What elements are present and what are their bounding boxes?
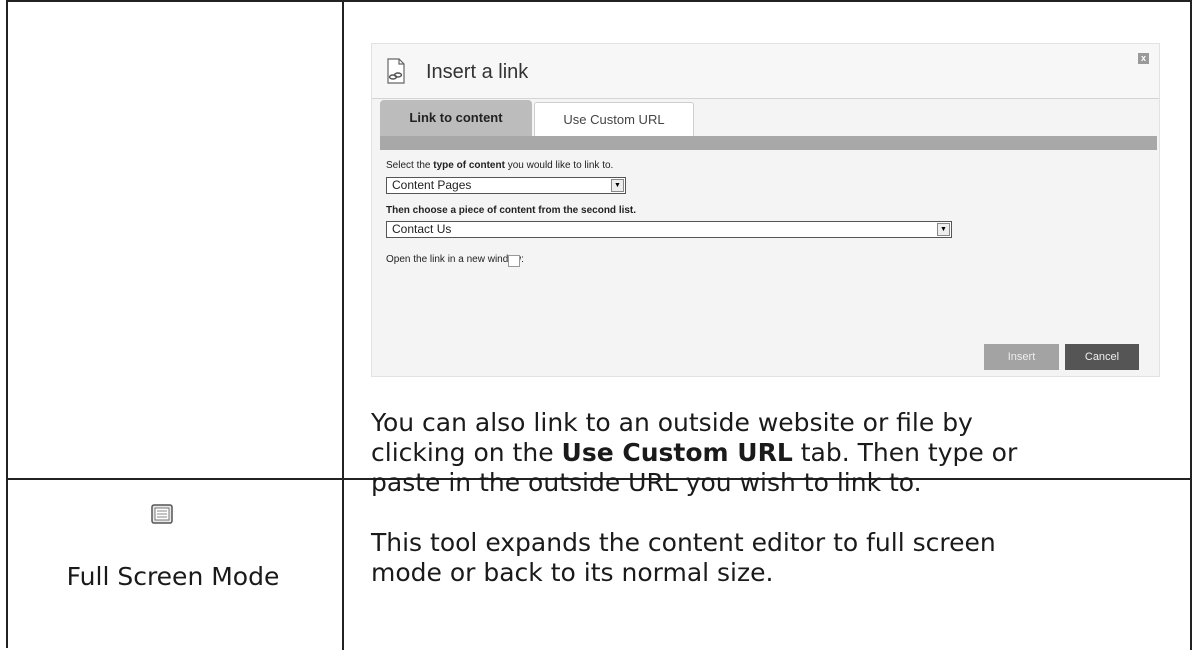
close-icon[interactable]: x	[1138, 53, 1149, 64]
custom-url-description: You can also link to an outside website …	[371, 408, 1171, 498]
dialog-title: Insert a link	[426, 61, 529, 83]
column-divider	[342, 2, 344, 650]
full-screen-line2: mode or back to its normal size.	[371, 558, 774, 587]
chevron-down-icon[interactable]: ▼	[937, 223, 950, 236]
dialog-header-divider	[372, 98, 1159, 99]
table-right-border	[1190, 2, 1192, 650]
insert-button[interactable]: Insert	[984, 344, 1059, 370]
document-link-icon	[387, 58, 405, 84]
content-type-value: Content Pages	[392, 178, 472, 192]
custom-url-line2: clicking on the Use Custom URL tab. Then…	[371, 438, 1018, 467]
dialog-header: Insert a link x	[372, 44, 1159, 98]
tab-link-to-content[interactable]: Link to content	[380, 100, 532, 136]
full-screen-icon	[151, 504, 173, 524]
piece-prompt: Then choose a piece of content from the …	[386, 205, 637, 216]
tab-use-custom-url[interactable]: Use Custom URL	[534, 102, 694, 136]
custom-url-line3: paste in the outside URL you wish to lin…	[371, 468, 922, 497]
full-screen-line1: This tool expands the content editor to …	[371, 528, 996, 557]
content-piece-value: Contact Us	[392, 222, 452, 236]
content-type-select[interactable]: Content Pages ▼	[386, 177, 626, 194]
type-prompt: Select the type of content you would lik…	[386, 160, 614, 171]
cancel-button[interactable]: Cancel	[1065, 344, 1139, 370]
new-window-checkbox[interactable]	[508, 255, 520, 267]
full-screen-label: Full Screen Mode	[66, 562, 280, 591]
dialog-body: Select the type of content you would lik…	[380, 150, 1157, 336]
content-piece-select[interactable]: Contact Us ▼	[386, 221, 952, 238]
tab-panel-strip	[380, 136, 1157, 150]
custom-url-line1: You can also link to an outside website …	[371, 408, 973, 437]
insert-link-dialog: Insert a link x Link to content Use Cust…	[371, 43, 1160, 377]
full-screen-description: This tool expands the content editor to …	[371, 528, 1171, 588]
chevron-down-icon[interactable]: ▼	[611, 179, 624, 192]
new-window-label: Open the link in a new window:	[386, 254, 524, 265]
